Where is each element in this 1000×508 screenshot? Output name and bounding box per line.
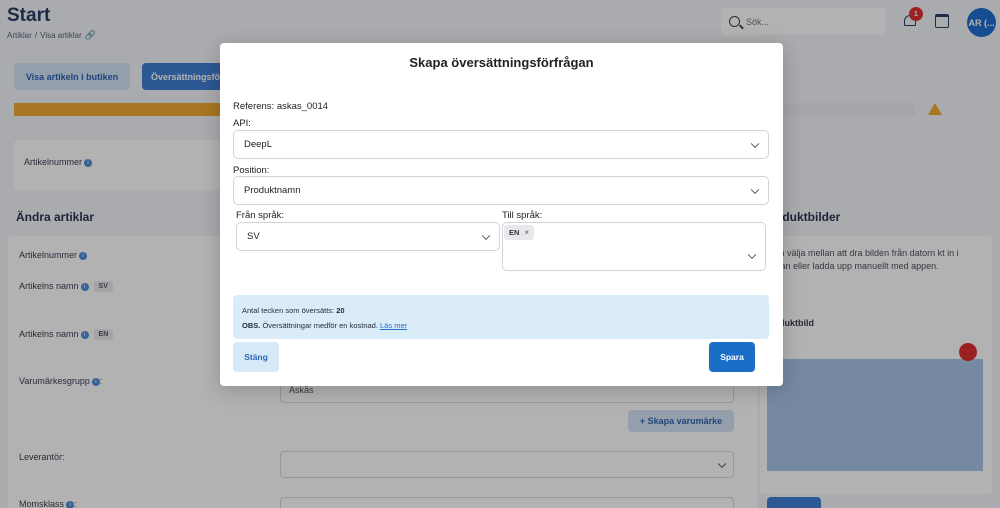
to-language-tag: EN × xyxy=(504,225,535,240)
translation-info-box: Antal tecken som översätts: 20 OBS. Över… xyxy=(233,295,769,339)
position-select[interactable]: Produktnamn xyxy=(233,176,769,205)
to-language-tag-label: EN xyxy=(509,228,520,237)
from-language-label: Från språk: xyxy=(236,210,285,221)
cost-note-text: Översättningar medför en kostnad. xyxy=(262,321,378,330)
char-count-label: Antal tecken som översätts: xyxy=(242,306,335,315)
position-label: Position: xyxy=(233,165,270,176)
char-count-line: Antal tecken som översätts: 20 xyxy=(242,303,760,318)
chevron-down-icon xyxy=(750,139,760,148)
api-select-value: DeepL xyxy=(244,139,272,150)
to-language-multiselect[interactable] xyxy=(502,222,766,271)
remove-tag-icon[interactable]: × xyxy=(524,228,529,237)
from-language-select[interactable]: SV xyxy=(236,222,500,251)
from-language-value: SV xyxy=(247,231,260,242)
chevron-down-icon xyxy=(481,231,491,240)
to-language-label: Till språk: xyxy=(502,210,543,221)
save-button[interactable]: Spara xyxy=(709,342,755,372)
chevron-down-icon xyxy=(750,185,760,194)
read-more-link[interactable]: Läs mer xyxy=(380,321,407,330)
close-button[interactable]: Stäng xyxy=(233,342,279,372)
cost-note-bold: OBS. xyxy=(242,321,261,330)
api-select[interactable]: DeepL xyxy=(233,130,769,159)
position-select-value: Produktnamn xyxy=(244,185,301,196)
cost-note-line: OBS. Översättningar medför en kostnad. L… xyxy=(242,318,760,333)
reference-text: Referens: askas_0014 xyxy=(233,101,329,112)
char-count-value: 20 xyxy=(336,306,345,315)
chevron-down-icon xyxy=(747,250,757,259)
api-label: API: xyxy=(233,118,251,129)
modal-title: Skapa översättningsförfrågan xyxy=(409,55,594,70)
